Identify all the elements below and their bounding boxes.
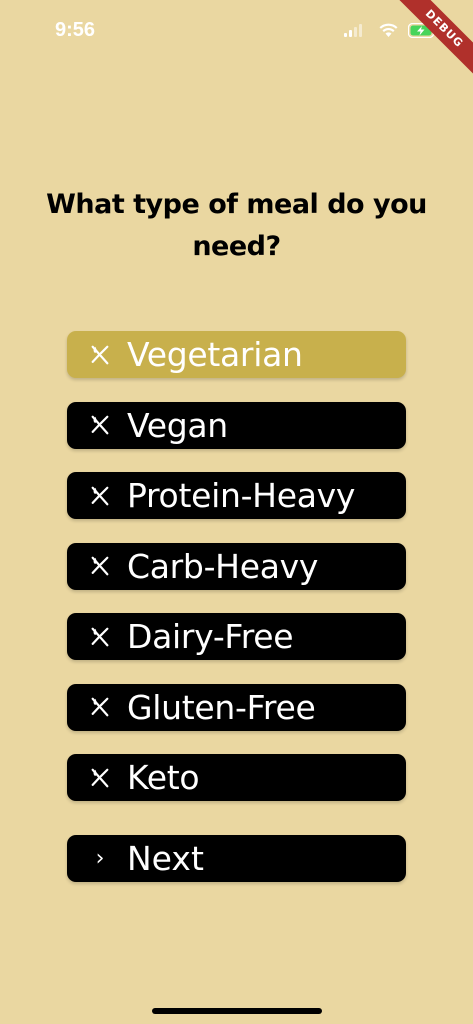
- wifi-icon: [379, 23, 398, 37]
- option-dairy-free[interactable]: Dairy-Free: [67, 613, 406, 660]
- restaurant-icon: [91, 697, 109, 717]
- next-button-label: Next: [127, 839, 204, 878]
- restaurant-icon: [91, 345, 109, 364]
- next-button[interactable]: › Next: [67, 835, 406, 882]
- chevron-right-icon: ›: [95, 846, 105, 871]
- restaurant-icon: [91, 556, 109, 576]
- option-keto[interactable]: Keto: [67, 754, 406, 801]
- question-title: What type of meal do you need?: [46, 189, 427, 262]
- meal-type-options: Vegetarian Vegan Protein-Heavy Carb-Heav…: [67, 331, 406, 825]
- option-carb-heavy[interactable]: Carb-Heavy: [67, 542, 406, 590]
- option-label: Dairy-Free: [127, 617, 294, 656]
- option-label: Vegan: [127, 405, 228, 445]
- option-protein-heavy[interactable]: Protein-Heavy: [67, 472, 406, 519]
- battery-icon: [408, 23, 437, 38]
- restaurant-icon: [91, 627, 109, 646]
- option-vegetarian[interactable]: Vegetarian: [67, 331, 406, 378]
- option-label: Carb-Heavy: [127, 546, 319, 586]
- status-time: 9:56: [55, 19, 96, 41]
- option-vegan[interactable]: Vegan: [67, 401, 406, 449]
- restaurant-icon: [91, 486, 109, 505]
- option-label: Protein-Heavy: [127, 476, 356, 515]
- status-bar: 9:56: [0, 0, 473, 64]
- option-label: Vegetarian: [127, 335, 303, 374]
- home-indicator[interactable]: [152, 1008, 322, 1014]
- option-label: Gluten-Free: [127, 687, 316, 727]
- restaurant-icon: [91, 768, 109, 787]
- restaurant-icon: [91, 415, 109, 435]
- option-label: Keto: [127, 758, 200, 797]
- option-gluten-free[interactable]: Gluten-Free: [67, 683, 406, 731]
- signal-icon: [344, 24, 362, 37]
